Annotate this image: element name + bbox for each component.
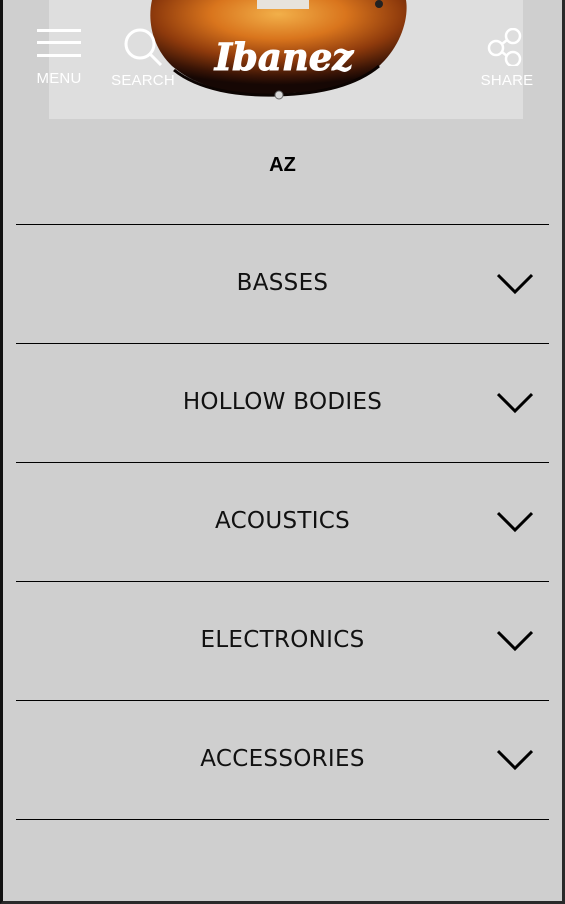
svg-text:Ibanez: Ibanez bbox=[214, 36, 355, 79]
app-frame: MENU SEARCH Ibanez SHARE AZ BASSES HOLLO… bbox=[0, 0, 565, 904]
category-label: HOLLOW BODIES bbox=[182, 389, 383, 415]
category-label: ELECTRONICS bbox=[200, 627, 365, 653]
menu-label: MENU bbox=[36, 70, 82, 87]
ibanez-logo[interactable]: Ibanez bbox=[209, 36, 359, 82]
category-hollow-bodies[interactable]: HOLLOW BODIES bbox=[16, 344, 549, 463]
menu-button[interactable]: MENU bbox=[23, 28, 95, 87]
share-button[interactable]: SHARE bbox=[471, 27, 543, 89]
share-icon bbox=[487, 27, 522, 68]
category-acoustics[interactable]: ACOUSTICS bbox=[16, 463, 549, 582]
category-label: ACOUSTICS bbox=[214, 508, 351, 534]
chevron-down-icon[interactable] bbox=[497, 749, 533, 771]
category-label: ACCESSORIES bbox=[200, 746, 365, 772]
category-label: BASSES bbox=[236, 270, 329, 296]
chevron-down-icon[interactable] bbox=[497, 511, 533, 533]
category-list: BASSES HOLLOW BODIES ACOUSTICS ELECTRONI… bbox=[16, 224, 549, 820]
page-title: AZ bbox=[269, 154, 296, 176]
search-icon bbox=[124, 28, 163, 67]
search-label: SEARCH bbox=[111, 72, 175, 89]
share-label: SHARE bbox=[480, 72, 534, 89]
hamburger-icon bbox=[37, 29, 81, 57]
chevron-down-icon[interactable] bbox=[497, 630, 533, 652]
chevron-down-icon[interactable] bbox=[497, 392, 533, 414]
category-accessories[interactable]: ACCESSORIES bbox=[16, 701, 549, 820]
top-navigation-bar: MENU SEARCH Ibanez SHARE bbox=[3, 0, 562, 100]
search-button[interactable]: SEARCH bbox=[107, 28, 179, 89]
category-electronics[interactable]: ELECTRONICS bbox=[16, 582, 549, 701]
chevron-down-icon[interactable] bbox=[497, 273, 533, 295]
category-basses[interactable]: BASSES bbox=[16, 225, 549, 344]
